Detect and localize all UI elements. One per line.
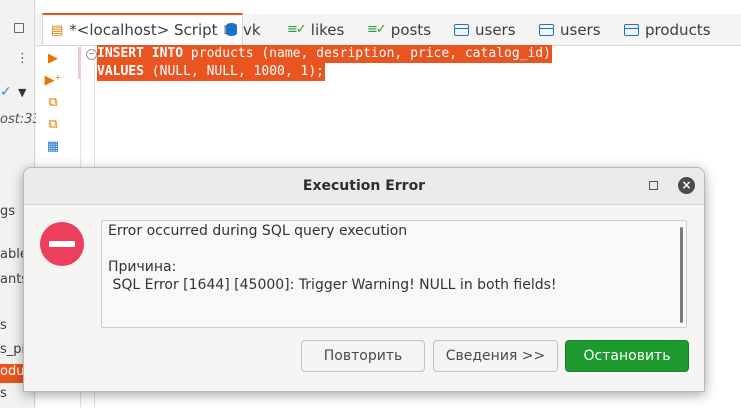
tab-label: likes (310, 20, 345, 39)
execute-new-tab-icon[interactable]: ▶⁺ (42, 70, 64, 92)
editor-tabs: ▤ *<localhost> Script ⊠ vk ≡✓ likes ≡✓ p… (36, 13, 741, 46)
dialog-titlebar: Execution Error × (24, 168, 704, 205)
table-icon (624, 23, 639, 36)
tab-label: users (560, 20, 601, 39)
explain-plan-icon[interactable]: ▦ (42, 136, 64, 158)
details-button[interactable]: Сведения >> (433, 340, 558, 372)
error-message-line: Причина: (108, 259, 177, 275)
change-marker (78, 47, 81, 79)
navigator-host-label: ost:33 (0, 112, 41, 127)
code-line: VALUES (NULL, NULL, 1000, 1); (97, 63, 325, 81)
tab-label: users (475, 20, 516, 39)
tab-users-2[interactable]: users (539, 14, 601, 45)
execute-script-icon[interactable]: ⧉ (42, 92, 64, 114)
view-icon: ≡✓ (367, 22, 387, 37)
code-line: INSERT INTO products (name, desription, … (97, 45, 552, 63)
sql-editor[interactable]: INSERT INTO products (name, desription, … (97, 45, 552, 81)
tab-products[interactable]: products (624, 14, 711, 45)
error-icon (40, 222, 84, 266)
navigator-item[interactable]: s (0, 318, 7, 333)
tab-likes[interactable]: ≡✓ likes (287, 14, 344, 45)
table-icon (539, 23, 554, 36)
stop-button[interactable]: Остановить (565, 340, 689, 372)
dialog-title: Execution Error (302, 178, 426, 194)
scrollbar[interactable] (680, 227, 683, 323)
collapse-icon[interactable] (14, 23, 24, 33)
checkmark-icon[interactable]: ✓ (0, 84, 12, 100)
more-vertical-icon[interactable]: ⋮ (16, 52, 29, 65)
close-icon[interactable]: × (678, 177, 695, 194)
tab-label: vk (243, 20, 261, 39)
navigator-item[interactable]: gs (0, 204, 15, 219)
database-icon (226, 23, 237, 36)
sql-script-icon: ▤ (51, 22, 64, 38)
fold-toggle-icon[interactable]: − (86, 49, 97, 60)
navigator-item[interactable]: s (0, 386, 7, 401)
view-icon: ≡✓ (287, 22, 307, 37)
tab-script[interactable]: ▤ *<localhost> Script ⊠ (42, 13, 244, 45)
maximize-icon[interactable] (649, 181, 658, 190)
chevron-down-icon[interactable]: ▼ (18, 86, 26, 99)
error-message-line: SQL Error [1644] [45000]: Trigger Warnin… (108, 277, 557, 293)
editor-toolbar: ▶ ▶⁺ ⧉ ⧉ ▦ (42, 48, 64, 158)
execute-script-tabs-icon[interactable]: ⧉ (42, 114, 64, 136)
tab-label: *<localhost> Script (69, 21, 218, 39)
tab-posts[interactable]: ≡✓ posts (367, 14, 431, 45)
error-message-box[interactable]: Error occurred during SQL query executio… (101, 220, 687, 328)
retry-button[interactable]: Повторить (301, 340, 425, 372)
tab-users[interactable]: users (454, 14, 516, 45)
execution-error-dialog: Execution Error × Error occurred during … (23, 167, 705, 392)
tab-label: products (645, 20, 711, 39)
execute-statement-icon[interactable]: ▶ (42, 48, 64, 70)
error-message-line (108, 240, 680, 258)
tab-label: posts (390, 20, 432, 39)
error-message-line: Error occurred during SQL query executio… (108, 223, 408, 239)
tab-vk[interactable]: vk (226, 14, 261, 45)
table-icon (454, 23, 469, 36)
